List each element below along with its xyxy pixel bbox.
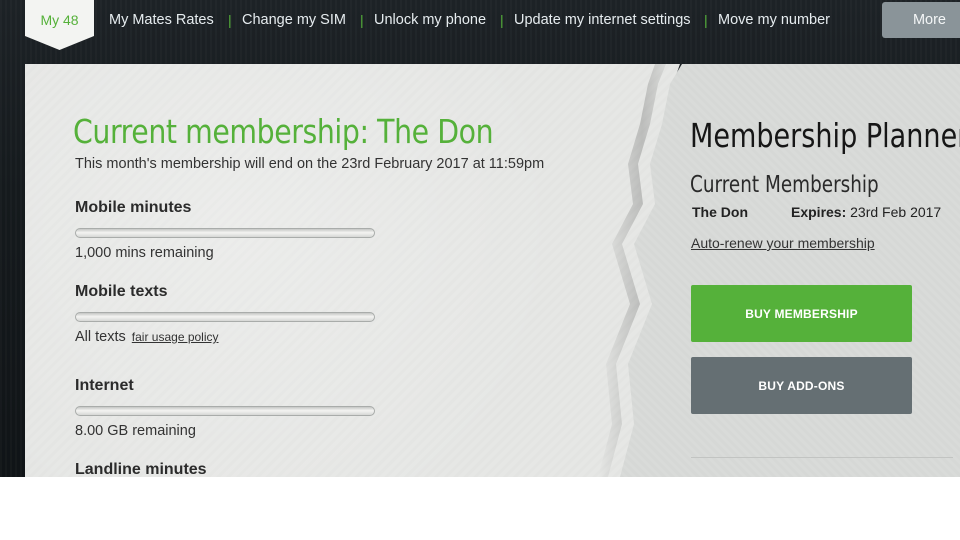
planner-title: Membership Planner: [690, 116, 960, 155]
nav-link-change-my-sim[interactable]: Change my SIM: [242, 12, 346, 28]
fair-usage-policy-link[interactable]: fair usage policy: [132, 330, 219, 344]
usage-label: Mobile texts: [75, 283, 168, 300]
buy-addons-label: BUY ADD-ONS: [758, 378, 845, 393]
divider: [691, 457, 953, 458]
expires-label: Expires:: [791, 204, 847, 220]
auto-renew-link[interactable]: Auto-renew your membership: [691, 235, 875, 251]
more-button-label: More: [912, 12, 946, 28]
usage-label: Mobile minutes: [75, 199, 192, 216]
usage-label: Landline minutes: [75, 461, 207, 478]
more-button[interactable]: More: [882, 2, 960, 38]
nav-separator: |: [500, 12, 504, 28]
plan-expiry: Expires: 23rd Feb 2017: [791, 204, 941, 220]
usage-label: Internet: [75, 377, 134, 394]
membership-end-date: This month's membership will end on the …: [75, 156, 545, 172]
current-membership-heading: Current Membership: [690, 172, 879, 198]
nav-link-my-mates-rates[interactable]: My Mates Rates: [109, 12, 214, 28]
nav-separator: |: [704, 12, 708, 28]
nav-separator: |: [228, 12, 232, 28]
usage-mobile-texts: Mobile texts All texts fair usage policy: [75, 283, 395, 345]
usage-remaining: All texts fair usage policy: [75, 329, 395, 345]
usage-mobile-minutes: Mobile minutes 1,000 mins remaining: [75, 199, 395, 261]
nav-separator: |: [360, 12, 364, 28]
nav-link-unlock-my-phone[interactable]: Unlock my phone: [374, 12, 486, 28]
buy-membership-button[interactable]: BUY MEMBERSHIP: [691, 285, 912, 342]
usage-landline-minutes: Landline minutes: [75, 461, 395, 479]
usage-internet: Internet 8.00 GB remaining: [75, 377, 395, 439]
plan-name: The Don: [692, 204, 748, 220]
buy-membership-label: BUY MEMBERSHIP: [745, 306, 858, 321]
usage-progress-bar: [75, 228, 375, 238]
nav-link-update-internet-settings[interactable]: Update my internet settings: [514, 12, 691, 28]
nav-link-move-my-number[interactable]: Move my number: [718, 12, 830, 28]
usage-remaining: 1,000 mins remaining: [75, 245, 214, 261]
membership-title: Current membership: The Don: [73, 112, 494, 151]
usage-progress-bar: [75, 406, 375, 416]
usage-remaining: 8.00 GB remaining: [75, 423, 196, 439]
usage-remaining-text: All texts: [75, 329, 126, 345]
buy-addons-button[interactable]: BUY ADD-ONS: [691, 357, 912, 414]
tab-my48[interactable]: My 48: [25, 0, 94, 50]
usage-progress-bar: [75, 312, 375, 322]
tab-my48-label: My 48: [40, 12, 79, 28]
top-nav: My 48 My Mates Rates | Change my SIM | U…: [0, 0, 960, 50]
expires-value: 23rd Feb 2017: [850, 204, 942, 220]
